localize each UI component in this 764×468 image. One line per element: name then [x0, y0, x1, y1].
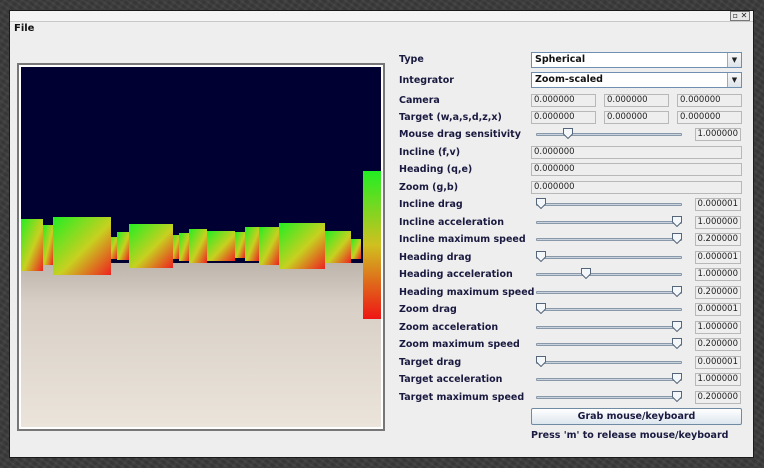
- slider-thumb[interactable]: [536, 303, 546, 314]
- integrator-select-value: Zoom-scaled: [535, 74, 603, 85]
- slider-track: [536, 291, 682, 294]
- slider-track: [536, 343, 682, 346]
- target-acceleration-slider[interactable]: [536, 373, 682, 386]
- zoom-drag-label: Zoom drag: [399, 304, 457, 315]
- target-label: Target (w,a,s,d,z,x): [399, 112, 502, 123]
- window-controls[interactable]: ▫ ✕: [730, 11, 750, 21]
- slider-thumb[interactable]: [536, 356, 546, 367]
- slider-track: [536, 133, 682, 136]
- slider-track: [536, 221, 682, 224]
- heading-label: Heading (q,e): [399, 164, 473, 175]
- slider-thumb[interactable]: [672, 338, 682, 349]
- slider-thumb[interactable]: [672, 286, 682, 297]
- heading-maximum-speed-label: Heading maximum speed: [399, 287, 535, 298]
- type-select[interactable]: Spherical ▼: [531, 52, 742, 68]
- zoom-maximum-speed-value[interactable]: 0.200000: [695, 338, 741, 351]
- target-maximum-speed-slider[interactable]: [536, 391, 682, 404]
- heading-acceleration-label: Heading acceleration: [399, 269, 513, 280]
- ground: [21, 263, 381, 427]
- slider-thumb[interactable]: [672, 233, 682, 244]
- incline-drag-slider[interactable]: [536, 198, 682, 211]
- incline-acceleration-value[interactable]: 1.000000: [695, 216, 741, 229]
- slider-thumb[interactable]: [580, 268, 591, 279]
- target-maximum-speed-label: Target maximum speed: [399, 392, 525, 403]
- type-select-value: Spherical: [535, 54, 586, 65]
- slider-track: [536, 203, 682, 206]
- slider-thumb[interactable]: [672, 391, 682, 402]
- target-drag-value[interactable]: 0.000001: [695, 356, 741, 369]
- slider-track: [536, 396, 682, 399]
- zoom-acceleration-label: Zoom acceleration: [399, 322, 499, 333]
- slider-thumb[interactable]: [672, 216, 682, 227]
- heading-drag-label: Heading drag: [399, 252, 472, 263]
- zoom-acceleration-value[interactable]: 1.000000: [695, 321, 741, 334]
- heading-acceleration-value[interactable]: 1.000000: [695, 268, 741, 281]
- app-window: ▫ ✕ File Type Spherical ▼ Integrator Zoo…: [9, 10, 754, 458]
- menu-bar: File: [10, 22, 753, 37]
- integrator-select[interactable]: Zoom-scaled ▼: [531, 72, 742, 88]
- mouse-drag-sensitivity-label: Mouse drag sensitivity: [399, 129, 521, 140]
- slider-track: [536, 256, 682, 259]
- slider-track: [536, 361, 682, 364]
- target-drag-label: Target drag: [399, 357, 462, 368]
- target-x-field[interactable]: 0.000000: [531, 111, 596, 124]
- viewport-frame: [17, 63, 385, 431]
- incline-maximum-speed-slider[interactable]: [536, 233, 682, 246]
- render-viewport[interactable]: [21, 67, 381, 427]
- slider-track: [536, 378, 682, 381]
- zoom-acceleration-slider[interactable]: [536, 321, 682, 334]
- heading-maximum-speed-slider[interactable]: [536, 286, 682, 299]
- gradient-bar: [363, 171, 381, 319]
- target-acceleration-value[interactable]: 1.000000: [695, 373, 741, 386]
- slider-thumb[interactable]: [672, 321, 682, 332]
- zoom-drag-slider[interactable]: [536, 303, 682, 316]
- camera-z-field[interactable]: 0.000000: [677, 94, 742, 107]
- incline-maximum-speed-value[interactable]: 0.200000: [695, 233, 741, 246]
- incline-acceleration-slider[interactable]: [536, 216, 682, 229]
- incline-field[interactable]: 0.000000: [531, 146, 742, 159]
- slider-track: [536, 273, 682, 276]
- camera-x-field[interactable]: 0.000000: [531, 94, 596, 107]
- target-acceleration-label: Target acceleration: [399, 374, 503, 385]
- zoom-drag-value[interactable]: 0.000001: [695, 303, 741, 316]
- target-y-field[interactable]: 0.000000: [604, 111, 669, 124]
- chevron-down-icon[interactable]: ▼: [727, 73, 741, 87]
- target-maximum-speed-value[interactable]: 0.200000: [695, 391, 741, 404]
- release-hint: Press 'm' to release mouse/keyboard: [531, 430, 729, 441]
- slider-thumb[interactable]: [672, 373, 682, 384]
- slider-thumb[interactable]: [536, 198, 546, 209]
- title-bar[interactable]: ▫ ✕: [10, 11, 753, 22]
- heading-maximum-speed-value[interactable]: 0.200000: [695, 286, 741, 299]
- zoom-maximum-speed-slider[interactable]: [536, 338, 682, 351]
- slider-track: [536, 326, 682, 329]
- heading-drag-slider[interactable]: [536, 251, 682, 264]
- target-drag-slider[interactable]: [536, 356, 682, 369]
- slider-thumb[interactable]: [563, 128, 574, 139]
- grab-mouse-keyboard-button[interactable]: Grab mouse/keyboard: [531, 408, 742, 425]
- menu-file[interactable]: File: [14, 23, 34, 34]
- incline-label: Incline (f,v): [399, 147, 461, 158]
- chevron-down-icon[interactable]: ▼: [727, 53, 741, 67]
- heading-drag-value[interactable]: 0.000001: [695, 251, 741, 264]
- zoom-field[interactable]: 0.000000: [531, 181, 742, 194]
- mouse-drag-sensitivity-slider[interactable]: [536, 128, 682, 141]
- camera-label: Camera: [399, 95, 440, 106]
- type-label: Type: [399, 54, 424, 65]
- slider-track: [536, 238, 682, 241]
- slider-thumb[interactable]: [536, 251, 546, 262]
- slider-track: [536, 308, 682, 311]
- integrator-label: Integrator: [399, 75, 454, 86]
- incline-maximum-speed-label: Incline maximum speed: [399, 234, 526, 245]
- mouse-drag-sensitivity-value[interactable]: 1.000000: [695, 128, 741, 141]
- incline-drag-value[interactable]: 0.000001: [695, 198, 741, 211]
- incline-drag-label: Incline drag: [399, 199, 463, 210]
- zoom-maximum-speed-label: Zoom maximum speed: [399, 339, 520, 350]
- heading-field[interactable]: 0.000000: [531, 163, 742, 176]
- heading-acceleration-slider[interactable]: [536, 268, 682, 281]
- zoom-label: Zoom (g,b): [399, 182, 459, 193]
- target-z-field[interactable]: 0.000000: [677, 111, 742, 124]
- camera-y-field[interactable]: 0.000000: [604, 94, 669, 107]
- incline-acceleration-label: Incline acceleration: [399, 217, 504, 228]
